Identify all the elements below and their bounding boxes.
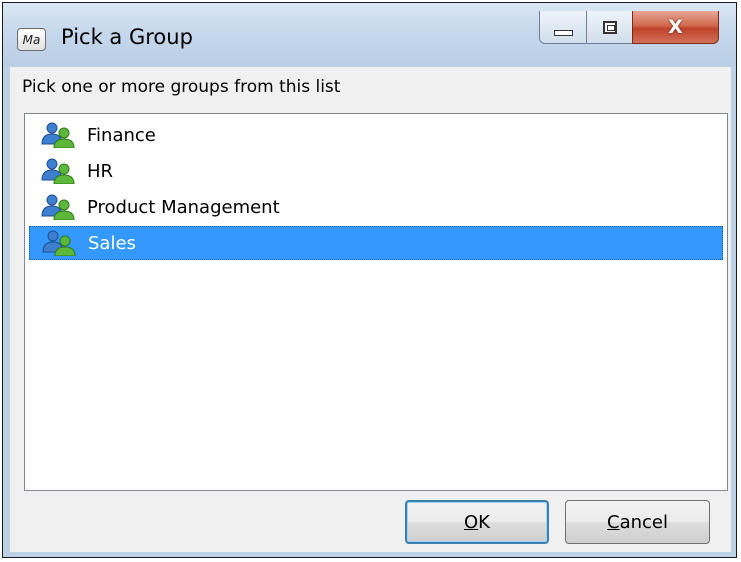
- list-item-hr[interactable]: HR: [29, 154, 723, 188]
- ok-button[interactable]: OK: [405, 500, 549, 544]
- close-button[interactable]: X: [632, 11, 719, 44]
- group-users-icon: [42, 230, 76, 256]
- close-icon: X: [668, 16, 683, 38]
- minimize-button[interactable]: [539, 11, 587, 44]
- list-item-label: Finance: [87, 124, 156, 146]
- minimize-icon: [553, 30, 573, 36]
- maximize-icon: [602, 20, 617, 34]
- dialog-body: Pick one or more groups from this list F…: [10, 67, 731, 552]
- group-users-icon: [41, 158, 75, 184]
- ok-label-rest: K: [478, 511, 490, 533]
- ok-accelerator: O: [464, 511, 479, 533]
- title-bar[interactable]: Ma Pick a Group X: [3, 3, 736, 66]
- cancel-button[interactable]: Cancel: [565, 500, 710, 544]
- group-listbox[interactable]: Finance HR Product Management Sales: [24, 113, 728, 491]
- list-item-product-management[interactable]: Product Management: [29, 190, 723, 224]
- cancel-accelerator: C: [607, 511, 620, 533]
- list-item-finance[interactable]: Finance: [29, 118, 723, 152]
- prompt-label: Pick one or more groups from this list: [22, 77, 341, 97]
- maximize-button[interactable]: [586, 11, 633, 44]
- window-title: Pick a Group: [61, 25, 193, 49]
- group-users-icon: [41, 122, 75, 148]
- list-item-label: Sales: [88, 232, 136, 254]
- app-icon: Ma: [17, 28, 46, 51]
- group-users-icon: [41, 194, 75, 220]
- cancel-label-rest: ancel: [619, 511, 668, 533]
- list-item-label: Product Management: [87, 196, 280, 218]
- list-item-label: HR: [87, 160, 114, 182]
- list-item-sales[interactable]: Sales: [29, 226, 723, 260]
